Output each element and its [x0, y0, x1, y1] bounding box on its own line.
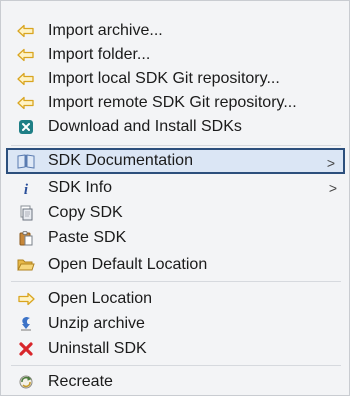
- menu-item-uninstall-sdk[interactable]: Uninstall SDK: [6, 336, 345, 362]
- menu-item-copy-sdk[interactable]: Copy SDK: [6, 200, 345, 226]
- menu-item-paste-sdk[interactable]: Paste SDK: [6, 225, 345, 251]
- menu-item-label: Copy SDK: [48, 204, 123, 221]
- open-arrow-icon: [16, 289, 36, 309]
- info-icon: i: [16, 178, 36, 198]
- context-menu: Import archive... Import folder... Impor…: [0, 0, 350, 396]
- submenu-arrow-icon: >: [326, 155, 335, 171]
- paste-icon: [16, 228, 36, 248]
- menu-item-label: Import remote SDK Git repository...: [48, 94, 297, 111]
- menu-item-recreate[interactable]: Recreate: [6, 369, 345, 395]
- menu-item-label: Open Default Location: [48, 256, 208, 273]
- menu-item-import-remote-git[interactable]: Import remote SDK Git repository...: [6, 90, 345, 116]
- download-install-icon: [16, 117, 36, 137]
- menu-item-label: Recreate: [48, 373, 113, 390]
- menu-separator: [11, 145, 341, 146]
- menu-item-label: Import local SDK Git repository...: [48, 70, 280, 87]
- svg-text:i: i: [24, 182, 29, 196]
- menu-item-unzip-archive[interactable]: Unzip archive: [6, 311, 345, 337]
- submenu-arrow-icon: >: [328, 180, 337, 196]
- menu-item-label: Import archive...: [48, 22, 163, 39]
- unzip-icon: [16, 314, 36, 334]
- menu-separator: [11, 365, 341, 366]
- menu-item-label: Uninstall SDK: [48, 340, 147, 357]
- folder-icon: [16, 255, 36, 275]
- menu-item-import-archive[interactable]: Import archive...: [6, 18, 345, 44]
- menu-item-open-default-location[interactable]: Open Default Location: [6, 252, 345, 278]
- menu-item-label: Import folder...: [48, 46, 151, 63]
- import-arrow-icon: [16, 45, 36, 65]
- import-arrow-icon: [16, 93, 36, 113]
- menu-item-label: SDK Documentation: [48, 152, 193, 169]
- import-arrow-icon: [16, 21, 36, 41]
- menu-item-sdk-info[interactable]: i SDK Info >: [6, 175, 345, 201]
- import-arrow-icon: [16, 69, 36, 89]
- menu-item-open-location[interactable]: Open Location: [6, 286, 345, 312]
- menu-item-label: Unzip archive: [48, 315, 145, 332]
- menu-separator: [11, 281, 341, 282]
- copy-icon: [16, 203, 36, 223]
- red-x-icon: [16, 339, 36, 359]
- menu-item-sdk-documentation[interactable]: SDK Documentation >: [6, 148, 345, 174]
- menu-item-label: Open Location: [48, 290, 153, 307]
- menu-item-download-install[interactable]: Download and Install SDKs: [6, 114, 345, 140]
- book-icon: [16, 151, 36, 171]
- recreate-icon: [16, 372, 36, 392]
- menu-item-label: Download and Install SDKs: [48, 118, 242, 135]
- menu-item-import-local-git[interactable]: Import local SDK Git repository...: [6, 66, 345, 92]
- menu-item-label: SDK Info: [48, 179, 113, 196]
- menu-item-import-folder[interactable]: Import folder...: [6, 42, 345, 68]
- menu-item-label: Paste SDK: [48, 229, 127, 246]
